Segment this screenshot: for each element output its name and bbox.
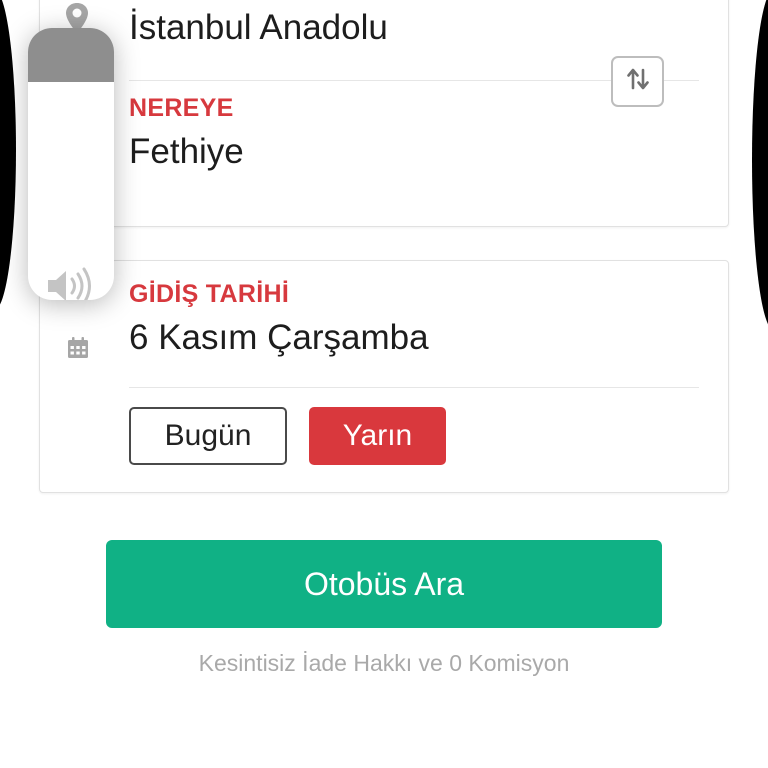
origin-value[interactable]: İstanbul Anadolu bbox=[129, 8, 388, 48]
refund-tagline: Kesintisiz İade Hakkı ve 0 Komisyon bbox=[198, 650, 570, 676]
today-button[interactable]: Bugün bbox=[129, 407, 287, 465]
calendar-icon bbox=[66, 336, 90, 365]
left-screen-edge bbox=[0, 0, 16, 310]
destination-value[interactable]: Fethiye bbox=[129, 132, 244, 172]
destination-label: NEREYE bbox=[129, 94, 234, 122]
tomorrow-button[interactable]: Yarın bbox=[309, 407, 446, 465]
departure-date-value[interactable]: 6 Kasım Çarşamba bbox=[129, 318, 429, 358]
swap-arrows-icon bbox=[625, 66, 651, 97]
date-divider bbox=[129, 387, 699, 388]
screen: İstanbul Anadolu NEREYE Fethiye GİDİŞ TA… bbox=[0, 0, 768, 768]
swap-route-button[interactable] bbox=[611, 56, 664, 107]
volume-level-fill bbox=[28, 28, 114, 82]
departure-date-label: GİDİŞ TARİHİ bbox=[129, 280, 290, 308]
speaker-icon[interactable] bbox=[46, 266, 96, 300]
volume-slider[interactable] bbox=[28, 28, 114, 300]
search-bus-button[interactable]: Otobüs Ara bbox=[106, 540, 662, 628]
right-screen-edge bbox=[752, 0, 768, 330]
